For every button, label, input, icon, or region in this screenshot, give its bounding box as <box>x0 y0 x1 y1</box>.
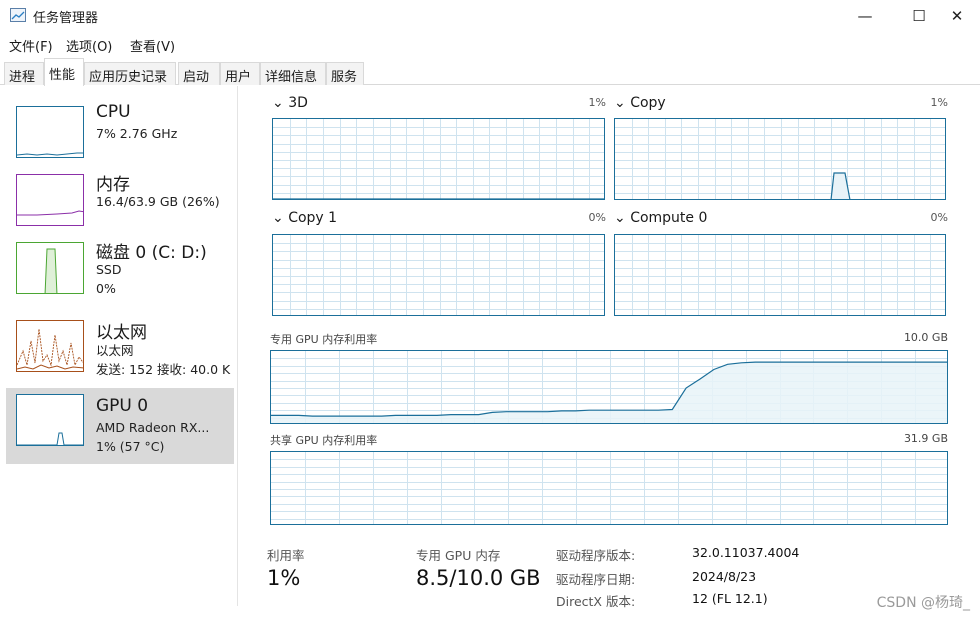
engine-selector-copy1[interactable]: ⌄ Copy 1 <box>272 210 337 226</box>
engine-graph-3d <box>272 118 605 200</box>
sidebar-detail: 以太网 <box>96 343 134 358</box>
engine-selector-copy[interactable]: ⌄ Copy <box>614 95 666 111</box>
menu-bar: 文件(F) 选项(O) 查看(V) <box>0 32 980 56</box>
driver-version-key: 驱动程序版本: <box>556 548 636 563</box>
engine-selector-3d[interactable]: ⌄ 3D <box>272 95 308 111</box>
shared-memory-max: 31.9 GB <box>903 432 948 445</box>
close-button[interactable]: ✕ <box>934 0 980 32</box>
ethernet-thumbnail <box>16 320 84 372</box>
tab-processes[interactable]: 进程 <box>4 62 44 85</box>
menu-options[interactable]: 选项(O) <box>66 36 112 55</box>
task-manager-icon <box>10 8 26 22</box>
engine-percent: 1% <box>588 96 606 109</box>
driver-date-value: 2024/8/23 <box>692 569 757 584</box>
engine-graph-compute0 <box>614 234 946 316</box>
tab-startup[interactable]: 启动 <box>178 62 220 85</box>
dedicated-memory-max: 10.0 GB <box>903 331 948 344</box>
sidebar-label: 磁盘 0 (C: D:) <box>96 243 207 263</box>
dedicated-memory-label: 专用 GPU 内存利用率 <box>270 333 378 346</box>
minimize-button[interactable]: — <box>842 0 888 32</box>
sidebar-detail: 1% (57 °C) <box>96 439 165 454</box>
engine-selector-compute0[interactable]: ⌄ Compute 0 <box>614 210 707 226</box>
sidebar-item-ethernet[interactable]: 以太网 以太网 发送: 152 接收: 40.0 K <box>6 314 234 390</box>
driver-version-value: 32.0.11037.4004 <box>692 545 800 560</box>
watermark: CSDN @杨琦_ <box>876 595 970 611</box>
sidebar-item-gpu[interactable]: GPU 0 AMD Radeon RX... 1% (57 °C) <box>6 388 234 464</box>
tab-users[interactable]: 用户 <box>220 62 260 85</box>
dedicated-memory-stat-value: 8.5/10.0 GB <box>416 566 541 590</box>
cpu-thumbnail <box>16 106 84 158</box>
disk-thumbnail <box>16 242 84 294</box>
engine-name: Copy 1 <box>288 210 338 226</box>
tab-services[interactable]: 服务 <box>326 62 364 85</box>
title-bar: 任务管理器 — ☐ ✕ <box>0 0 980 32</box>
tab-bar: 进程 性能 应用历史记录 启动 用户 详细信息 服务 <box>0 58 980 86</box>
sidebar-detail: 7% 2.76 GHz <box>96 126 178 141</box>
sidebar-item-disk[interactable]: 磁盘 0 (C: D:) SSD 0% <box>6 236 234 312</box>
sidebar-item-memory[interactable]: 内存 16.4/63.9 GB (26%) <box>6 168 234 244</box>
gpu-detail-panel: ⌄ 3D 1% ⌄ Copy 1% ⌄ Copy 1 0% ⌄ Compute … <box>262 86 980 620</box>
utilization-value: 1% <box>267 566 301 590</box>
gpu-thumbnail <box>16 394 84 446</box>
window-title: 任务管理器 <box>33 11 99 26</box>
engine-name: Copy <box>630 95 666 111</box>
menu-file[interactable]: 文件(F) <box>9 36 53 55</box>
resource-sidebar: CPU 7% 2.76 GHz 内存 16.4/63.9 GB (26%) 磁盘… <box>0 86 238 606</box>
engine-percent: 1% <box>930 96 948 109</box>
sidebar-label: GPU 0 <box>96 396 149 416</box>
sidebar-detail: 16.4/63.9 GB (26%) <box>96 194 220 209</box>
engine-name: Compute 0 <box>630 210 708 226</box>
sidebar-detail: AMD Radeon RX... <box>96 420 210 435</box>
utilization-label: 利用率 <box>267 548 305 563</box>
dedicated-memory-area <box>271 362 947 423</box>
engine-graph-copy <box>614 118 946 200</box>
sidebar-label: 内存 <box>96 175 130 195</box>
sidebar-label: CPU <box>96 102 131 122</box>
memory-thumbnail <box>16 174 84 226</box>
engine-percent: 0% <box>588 211 606 224</box>
dedicated-memory-stat-label: 专用 GPU 内存 <box>416 548 501 563</box>
tab-performance[interactable]: 性能 <box>44 58 84 86</box>
directx-version-value: 12 (FL 12.1) <box>692 591 768 606</box>
tab-app-history[interactable]: 应用历史记录 <box>84 62 176 85</box>
sidebar-item-cpu[interactable]: CPU 7% 2.76 GHz <box>6 100 234 176</box>
sidebar-detail: 0% <box>96 281 116 296</box>
directx-version-key: DirectX 版本: <box>556 594 636 609</box>
copy-engine-series-line <box>830 172 851 199</box>
tab-details[interactable]: 详细信息 <box>260 62 326 85</box>
sidebar-detail: SSD <box>96 262 122 277</box>
menu-view[interactable]: 查看(V) <box>130 36 175 55</box>
engine-name: 3D <box>288 95 308 111</box>
driver-date-key: 驱动程序日期: <box>556 572 636 587</box>
dedicated-memory-graph <box>270 350 948 424</box>
engine-graph-copy1 <box>272 234 605 316</box>
shared-memory-graph <box>270 451 948 525</box>
engine-percent: 0% <box>930 211 948 224</box>
sidebar-detail: 发送: 152 接收: 40.0 K <box>96 362 231 377</box>
shared-memory-label: 共享 GPU 内存利用率 <box>270 434 378 447</box>
